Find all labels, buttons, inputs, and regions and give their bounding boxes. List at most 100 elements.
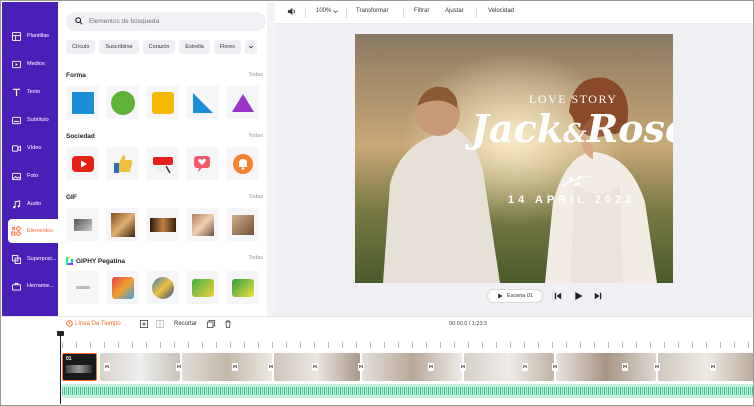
nav-item-overlay[interactable]: Superposi...: [2, 247, 58, 271]
search-input[interactable]: [89, 18, 249, 25]
timeline-toolbar: Línea De Tiempo Recortar 00:00.0 / 1:23.…: [2, 316, 753, 332]
clip[interactable]: [362, 353, 462, 381]
gif-tile[interactable]: [66, 208, 99, 241]
elements-panel: Círculo Suscribirse Corazón Estrella Flo…: [58, 2, 275, 316]
chip[interactable]: Estrella: [179, 40, 210, 54]
clip[interactable]: [100, 353, 180, 381]
see-all-giphy[interactable]: Todas: [248, 255, 263, 261]
search-box[interactable]: [66, 12, 266, 31]
clip[interactable]: [658, 353, 753, 381]
sticker-tile[interactable]: [226, 271, 259, 304]
playhead[interactable]: [60, 334, 61, 404]
nav-item-text[interactable]: Texto: [2, 80, 58, 104]
transition-icon[interactable]: ⋈: [654, 363, 660, 371]
shape-circle-tile[interactable]: [106, 86, 139, 119]
transition-icon[interactable]: ⋈: [710, 363, 716, 371]
filter-button[interactable]: Filtrar: [414, 8, 429, 14]
sticker-tile[interactable]: [146, 271, 179, 304]
transition-icon[interactable]: ⋈: [428, 363, 434, 371]
shape-square-tile[interactable]: [66, 86, 99, 119]
transition-icon[interactable]: ⋈: [552, 363, 558, 371]
play-button[interactable]: [574, 291, 583, 301]
nav-label: Subtítulo: [27, 117, 49, 123]
laurel-icon: [560, 175, 592, 187]
see-all-sociedad[interactable]: Todas: [248, 133, 263, 139]
add-scene-button[interactable]: [140, 320, 148, 330]
blue-right-triangle-shape: [192, 92, 213, 113]
nav-item-audio[interactable]: Audio: [2, 192, 58, 216]
see-all-forma[interactable]: Todas: [248, 72, 263, 78]
previous-button[interactable]: [554, 292, 562, 300]
nav-item-video[interactable]: Vídeo: [2, 136, 58, 160]
sticker-tile[interactable]: [66, 271, 99, 304]
speed-button[interactable]: Velocidad: [488, 8, 514, 14]
duplicate-button[interactable]: [207, 320, 215, 330]
nav-label: Vídeo: [27, 145, 42, 151]
delete-button[interactable]: [224, 320, 232, 330]
clip-number: 01: [66, 356, 72, 362]
timeline-tracks: 01 ⋈ ⋈ ⋈ ⋈ ⋈ ⋈ ⋈ ⋈ ⋈ ⋈ ⋈ ⋈ ⋈: [2, 332, 753, 405]
transition-icon[interactable]: ⋈: [176, 363, 182, 371]
clip[interactable]: [464, 353, 554, 381]
social-tile[interactable]: [226, 147, 259, 180]
next-button[interactable]: [594, 292, 602, 300]
transition-icon[interactable]: ⋈: [622, 363, 628, 371]
nav-item-templates[interactable]: Plantillas: [2, 24, 58, 48]
transition-icon[interactable]: ⋈: [522, 363, 528, 371]
transition-icon[interactable]: ⋈: [312, 363, 318, 371]
title-love-story[interactable]: LOVE STORY: [529, 92, 617, 107]
layout-button[interactable]: [156, 320, 164, 330]
title-date[interactable]: 14 APRIL 2023: [508, 194, 635, 206]
clip-selected[interactable]: 01: [62, 353, 97, 381]
chevron-down-icon: [333, 9, 339, 13]
chips-next-button[interactable]: [245, 40, 258, 54]
scene-selector[interactable]: Escena 01: [487, 289, 543, 303]
gif-tile[interactable]: [226, 208, 259, 241]
transition-icon[interactable]: ⋈: [268, 363, 274, 371]
timeline-tab[interactable]: Línea De Tiempo: [66, 320, 121, 327]
split-button[interactable]: Recortar: [174, 321, 197, 327]
shape-purple-triangle-tile[interactable]: [226, 86, 259, 119]
adjust-button[interactable]: Ajustar: [445, 8, 464, 14]
chip[interactable]: Suscribirse: [99, 40, 139, 54]
social-tile[interactable]: [66, 147, 99, 180]
shape-triangle-tile[interactable]: [186, 86, 219, 119]
gif-tile[interactable]: [186, 208, 219, 241]
nav-item-media[interactable]: Medios: [2, 52, 58, 76]
chip[interactable]: Flores: [213, 40, 242, 54]
sticker-tile[interactable]: [186, 271, 219, 304]
audio-track[interactable]: [62, 384, 753, 398]
see-all-gif[interactable]: Todas: [248, 194, 263, 200]
video-preview[interactable]: LOVE STORY Jack&Rose 14 APRIL 2023: [355, 34, 673, 283]
gif-tile[interactable]: [146, 208, 179, 241]
sticker-tile[interactable]: [106, 271, 139, 304]
transform-button[interactable]: Transformar: [356, 8, 388, 14]
clip[interactable]: [556, 353, 656, 381]
chip[interactable]: Corazón: [142, 40, 176, 54]
clip[interactable]: [182, 353, 272, 381]
zoom-select[interactable]: 100%: [316, 8, 339, 14]
transition-icon[interactable]: ⋈: [358, 363, 364, 371]
shape-rounded-square-tile[interactable]: [146, 86, 179, 119]
transition-icon[interactable]: ⋈: [104, 363, 110, 371]
social-tile[interactable]: [146, 147, 179, 180]
transition-icon[interactable]: ⋈: [460, 363, 466, 371]
volume-button[interactable]: [287, 7, 296, 16]
nav-item-elements[interactable]: Elementos: [8, 219, 59, 243]
search-icon: [75, 16, 83, 27]
social-tile[interactable]: [106, 147, 139, 180]
gif-tile[interactable]: [106, 208, 139, 241]
nav-item-tools[interactable]: Herramie...: [2, 274, 58, 298]
gif-row: [66, 208, 274, 241]
title-names[interactable]: Jack&Rose: [471, 110, 673, 148]
nav-item-subtitle[interactable]: Subtítulo: [2, 108, 58, 132]
social-tile[interactable]: [186, 147, 219, 180]
timeline-tab-label: Línea De Tiempo: [75, 320, 121, 327]
nav-label: Foto: [27, 173, 39, 179]
chip[interactable]: Círculo: [66, 40, 96, 54]
nav-label: Medios: [27, 61, 45, 67]
layout-icon: [156, 320, 164, 328]
transition-icon[interactable]: ⋈: [232, 363, 238, 371]
nav-item-photo[interactable]: Foto: [2, 164, 58, 188]
panel-scrollbar[interactable]: [267, 2, 275, 316]
